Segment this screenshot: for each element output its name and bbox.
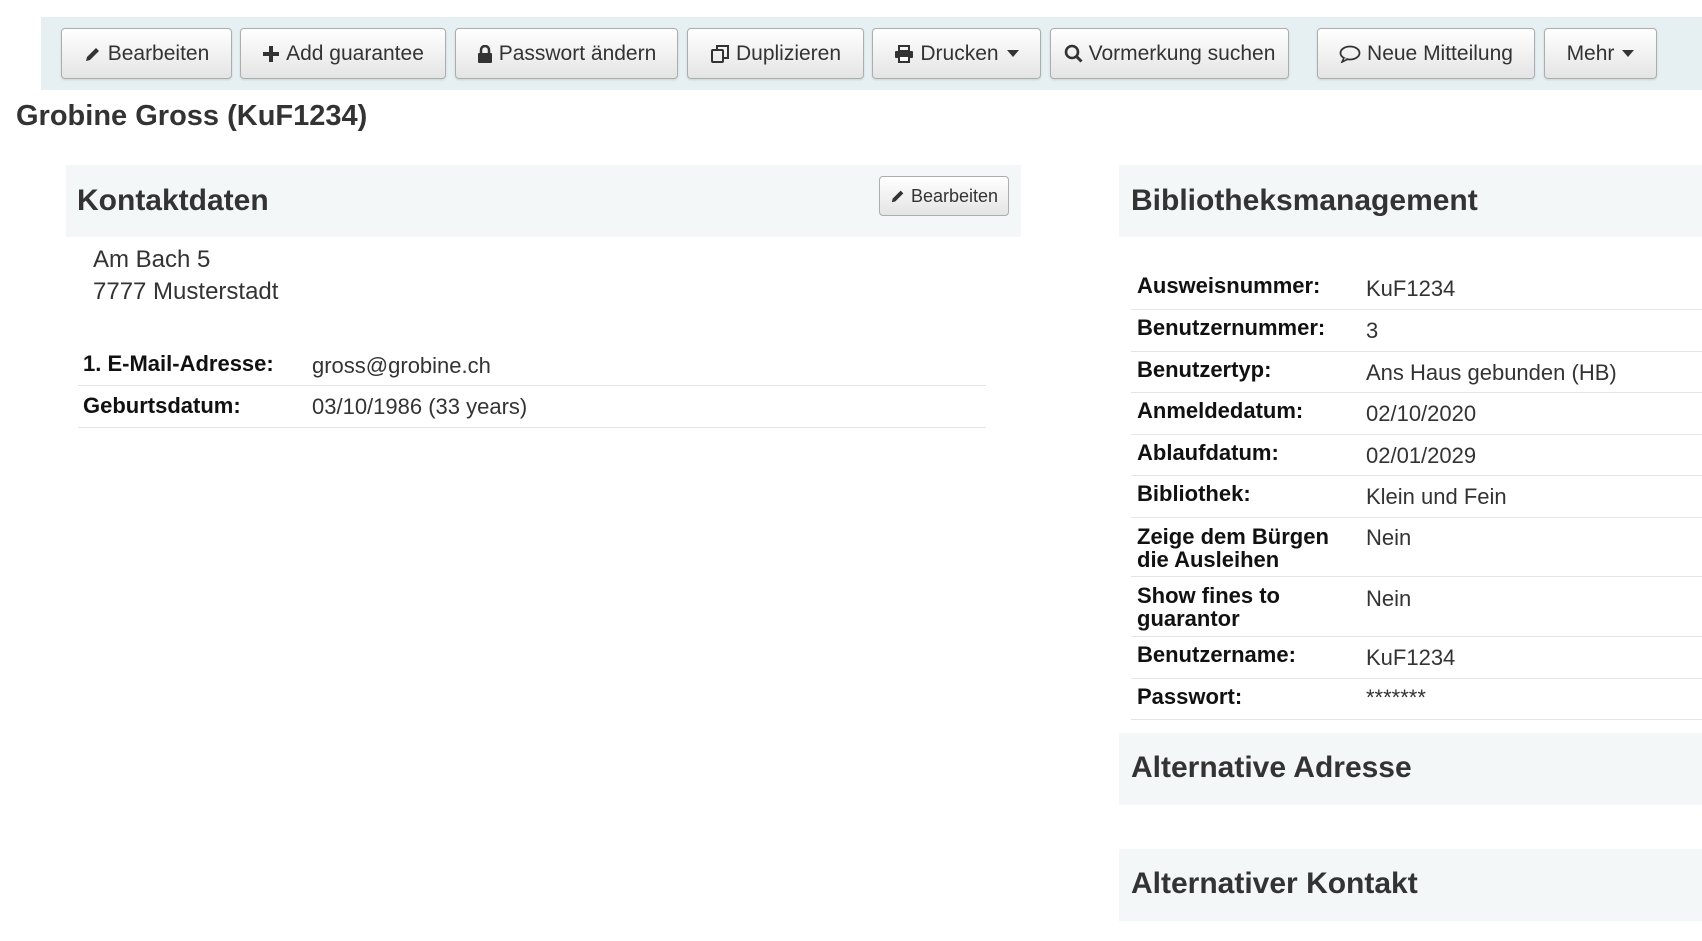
print-dropdown-button[interactable]: Drucken (872, 28, 1041, 79)
change-password-label: Passwort ändern (498, 41, 657, 65)
library-row: Zeige dem Bürgen die Ausleihen Nein (1131, 518, 1702, 577)
library-row: Ausweisnummer: KuF1234 (1131, 268, 1702, 310)
library-row: Bibliothek: Klein und Fein (1131, 476, 1702, 518)
contact-edit-label: Bearbeiten (910, 185, 999, 206)
field-value: 02/10/2020 (1366, 401, 1477, 426)
library-row: Benutzertyp: Ans Haus gebunden (HB) (1131, 352, 1702, 393)
lock-icon (477, 44, 493, 63)
field-label: Benutzername: (1137, 642, 1296, 667)
change-password-button[interactable]: Passwort ändern (455, 28, 678, 79)
alt-address-panel-header: Alternative Adresse (1119, 733, 1702, 805)
contact-panel-header: Kontaktdaten (66, 165, 1021, 237)
birthdate-label: Geburtsdatum: (83, 393, 241, 418)
field-value: Nein (1366, 525, 1412, 550)
contact-row-email: 1. E-Mail-Adresse: gross@grobine.ch (78, 344, 986, 386)
contact-heading: Kontaktdaten (77, 184, 269, 217)
library-row: Passwort: ******* (1131, 679, 1702, 720)
library-row: Anmeldedatum: 02/10/2020 (1131, 393, 1702, 435)
comment-icon (1339, 45, 1361, 63)
new-message-label: Neue Mitteilung (1367, 41, 1513, 65)
edit-button[interactable]: Bearbeiten (61, 28, 232, 79)
search-icon (1064, 44, 1083, 63)
field-label: Benutzertyp: (1137, 357, 1272, 382)
contact-row-birthdate: Geburtsdatum: 03/10/1986 (33 years) (78, 386, 986, 428)
field-label: Passwort: (1137, 684, 1243, 709)
field-value: KuF1234 (1366, 645, 1456, 670)
field-label: Benutzernummer: (1137, 315, 1326, 340)
field-value: 02/01/2029 (1366, 443, 1477, 468)
printer-icon (894, 44, 914, 63)
field-value: Ans Haus gebunden (HB) (1366, 360, 1617, 385)
page-title: Grobine Gross (KuF1234) (16, 100, 368, 132)
field-label: Ausweisnummer: (1137, 273, 1321, 298)
address-line-1: Am Bach 5 (93, 246, 211, 273)
field-label: Zeige dem Bürgen die Ausleihen (1137, 524, 1329, 572)
email-label: 1. E-Mail-Adresse: (83, 351, 274, 376)
add-guarantee-label: Add guarantee (286, 41, 424, 65)
search-hold-button[interactable]: Vormerkung suchen (1050, 28, 1289, 79)
search-hold-label: Vormerkung suchen (1088, 41, 1276, 65)
field-label: Show fines to guarantor (1137, 583, 1280, 631)
add-guarantee-button[interactable]: Add guarantee (240, 28, 446, 79)
field-value: 3 (1366, 318, 1379, 343)
field-value: Klein und Fein (1366, 484, 1507, 509)
more-dropdown-button[interactable]: Mehr (1544, 28, 1657, 79)
field-value: ******* (1366, 685, 1426, 710)
edit-button-label: Bearbeiten (107, 41, 210, 65)
email-link[interactable]: gross@grobine.ch (312, 353, 491, 379)
duplicate-button[interactable]: Duplizieren (687, 28, 864, 79)
pencil-icon (890, 188, 906, 204)
field-label: Ablaufdatum: (1137, 440, 1279, 465)
alt-contact-heading: Alternativer Kontakt (1131, 867, 1418, 900)
caret-down-icon (1006, 50, 1019, 57)
library-row: Benutzername: KuF1234 (1131, 637, 1702, 679)
more-label: Mehr (1566, 41, 1615, 65)
plus-icon (262, 45, 280, 63)
birthdate-value: 03/10/1986 (33 years) (312, 394, 528, 419)
field-label: Anmeldedatum: (1137, 398, 1304, 423)
contact-edit-button[interactable]: Bearbeiten (879, 176, 1009, 216)
alt-contact-panel-header: Alternativer Kontakt (1119, 849, 1702, 921)
pencil-icon (84, 45, 102, 63)
address: Am Bach 5 7777 Musterstadt (93, 244, 278, 308)
field-value: KuF1234 (1366, 276, 1456, 301)
address-line-2: 7777 Musterstadt (93, 278, 279, 305)
field-label: Bibliothek: (1137, 481, 1251, 506)
library-heading: Bibliotheksmanagement (1131, 184, 1478, 217)
field-value: Nein (1366, 586, 1412, 611)
alt-address-heading: Alternative Adresse (1131, 751, 1412, 784)
library-row: Ablaufdatum: 02/01/2029 (1131, 435, 1702, 476)
library-row: Show fines to guarantor Nein (1131, 577, 1702, 637)
library-row: Benutzernummer: 3 (1131, 310, 1702, 352)
caret-down-icon (1622, 50, 1635, 57)
copy-icon (710, 44, 730, 64)
duplicate-label: Duplizieren (735, 41, 842, 65)
print-label: Drucken (920, 41, 999, 65)
new-message-button[interactable]: Neue Mitteilung (1317, 28, 1535, 79)
library-panel-header: Bibliotheksmanagement (1119, 165, 1702, 237)
